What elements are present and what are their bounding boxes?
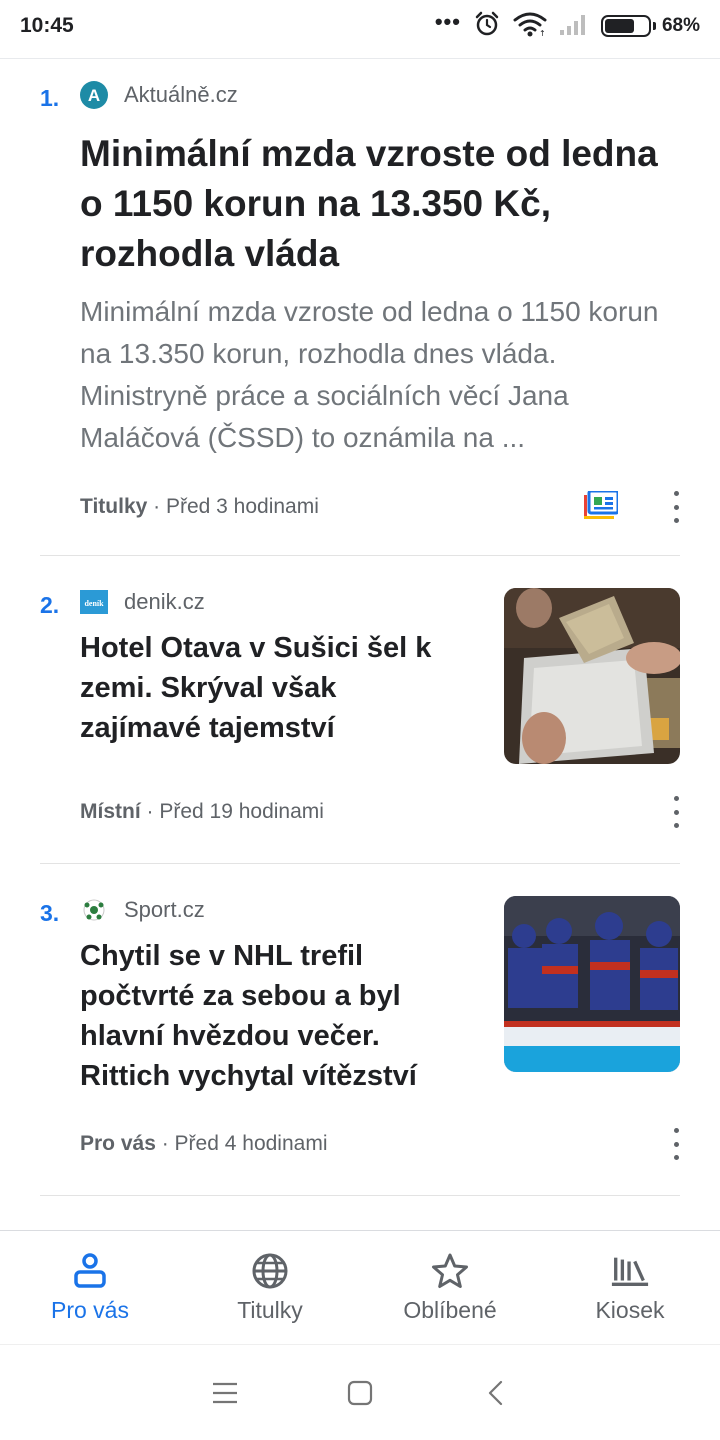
sport-logo-icon: [80, 896, 108, 924]
svg-text:A: A: [88, 86, 100, 105]
signal-icon: [559, 12, 589, 41]
article-time: · Před 19 hodinami: [140, 800, 324, 823]
home-icon[interactable]: [345, 1378, 375, 1408]
svg-text:↑↓: ↑↓: [539, 29, 547, 37]
article-card[interactable]: 3. Sport.cz Chytil se v NHL trefil počtv…: [40, 864, 680, 1196]
system-nav-bar: [0, 1344, 720, 1440]
article-meta: Pro vás · Před 4 hodinami: [80, 1132, 327, 1156]
article-thumbnail[interactable]: [504, 588, 680, 764]
nav-item-favorites[interactable]: Oblíbené: [360, 1231, 540, 1344]
menu-icon[interactable]: [210, 1378, 240, 1408]
nav-label: Kiosek: [595, 1297, 665, 1323]
full-coverage-icon[interactable]: [584, 489, 620, 521]
source-name: denik.cz: [124, 589, 205, 614]
nav-label: Pro vás: [51, 1297, 129, 1323]
article-headline[interactable]: Hotel Otava v Sušici šel k zemi. Skrýval…: [80, 628, 465, 748]
nav-item-for-you[interactable]: Pro vás: [0, 1231, 180, 1344]
article-card[interactable]: 1. A Aktuálně.cz Minimální mzda vzroste …: [40, 59, 680, 556]
source-name: Sport.cz: [124, 897, 205, 922]
alarm-icon: [473, 10, 501, 43]
nav-label: Oblíbené: [403, 1297, 497, 1323]
status-time: 10:45: [20, 14, 74, 37]
status-icons: ••• ↑↓ 68%: [435, 10, 700, 43]
back-icon[interactable]: [480, 1378, 510, 1408]
article-headline[interactable]: Chytil se v NHL trefil počtvrté za sebou…: [80, 936, 465, 1096]
star-icon: [430, 1251, 470, 1291]
article-rank: 3.: [40, 900, 60, 926]
status-dots: •••: [434, 9, 461, 34]
article-card[interactable]: 2. deník denik.cz Hotel Otava v Sušici š…: [40, 556, 680, 864]
article-headline[interactable]: Minimální mzda vzroste od ledna o 1150 k…: [80, 129, 680, 279]
article-category: Titulky: [80, 495, 148, 518]
bottom-nav: Pro vás Titulky Oblíbené Kiosek: [0, 1231, 720, 1344]
article-source[interactable]: deník denik.cz: [80, 588, 205, 616]
article-source[interactable]: Sport.cz: [80, 896, 205, 924]
article-category: Místní: [80, 800, 141, 823]
nav-label: Titulky: [237, 1297, 303, 1323]
article-meta: Místní · Před 19 hodinami: [80, 800, 324, 824]
article-rank: 1.: [40, 85, 60, 111]
news-feed[interactable]: 1. A Aktuálně.cz Minimální mzda vzroste …: [0, 59, 720, 1230]
article-time: · Před 3 hodinami: [147, 495, 319, 518]
more-options-icon[interactable]: [672, 1128, 680, 1160]
article-time: · Před 4 hodinami: [155, 1132, 328, 1155]
source-name: Aktuálně.cz: [124, 82, 238, 107]
newsstand-icon: [610, 1251, 650, 1291]
article-source[interactable]: A Aktuálně.cz: [80, 81, 238, 109]
wifi-icon: ↑↓: [513, 11, 552, 42]
globe-icon: [250, 1251, 290, 1291]
battery-icon: 68%: [600, 15, 700, 37]
article-snippet[interactable]: Minimální mzda vzroste od ledna o 1150 k…: [80, 291, 680, 459]
status-bar: 10:45 ••• ↑↓ 68%: [0, 0, 720, 52]
nav-item-newsstand[interactable]: Kiosek: [540, 1231, 720, 1344]
denik-logo-icon: deník: [80, 588, 108, 616]
for-you-icon: [70, 1251, 110, 1291]
battery-percent: 68%: [661, 15, 700, 36]
nav-item-headlines[interactable]: Titulky: [180, 1231, 360, 1344]
svg-text:deník: deník: [84, 599, 104, 608]
article-category: Pro vás: [80, 1132, 156, 1155]
more-options-icon[interactable]: [672, 491, 680, 523]
article-thumbnail[interactable]: [504, 896, 680, 1072]
article-meta: Titulky · Před 3 hodinami: [80, 495, 319, 519]
article-rank: 2.: [40, 592, 60, 618]
aktualne-logo-icon: A: [80, 81, 108, 109]
more-options-icon[interactable]: [672, 796, 680, 828]
